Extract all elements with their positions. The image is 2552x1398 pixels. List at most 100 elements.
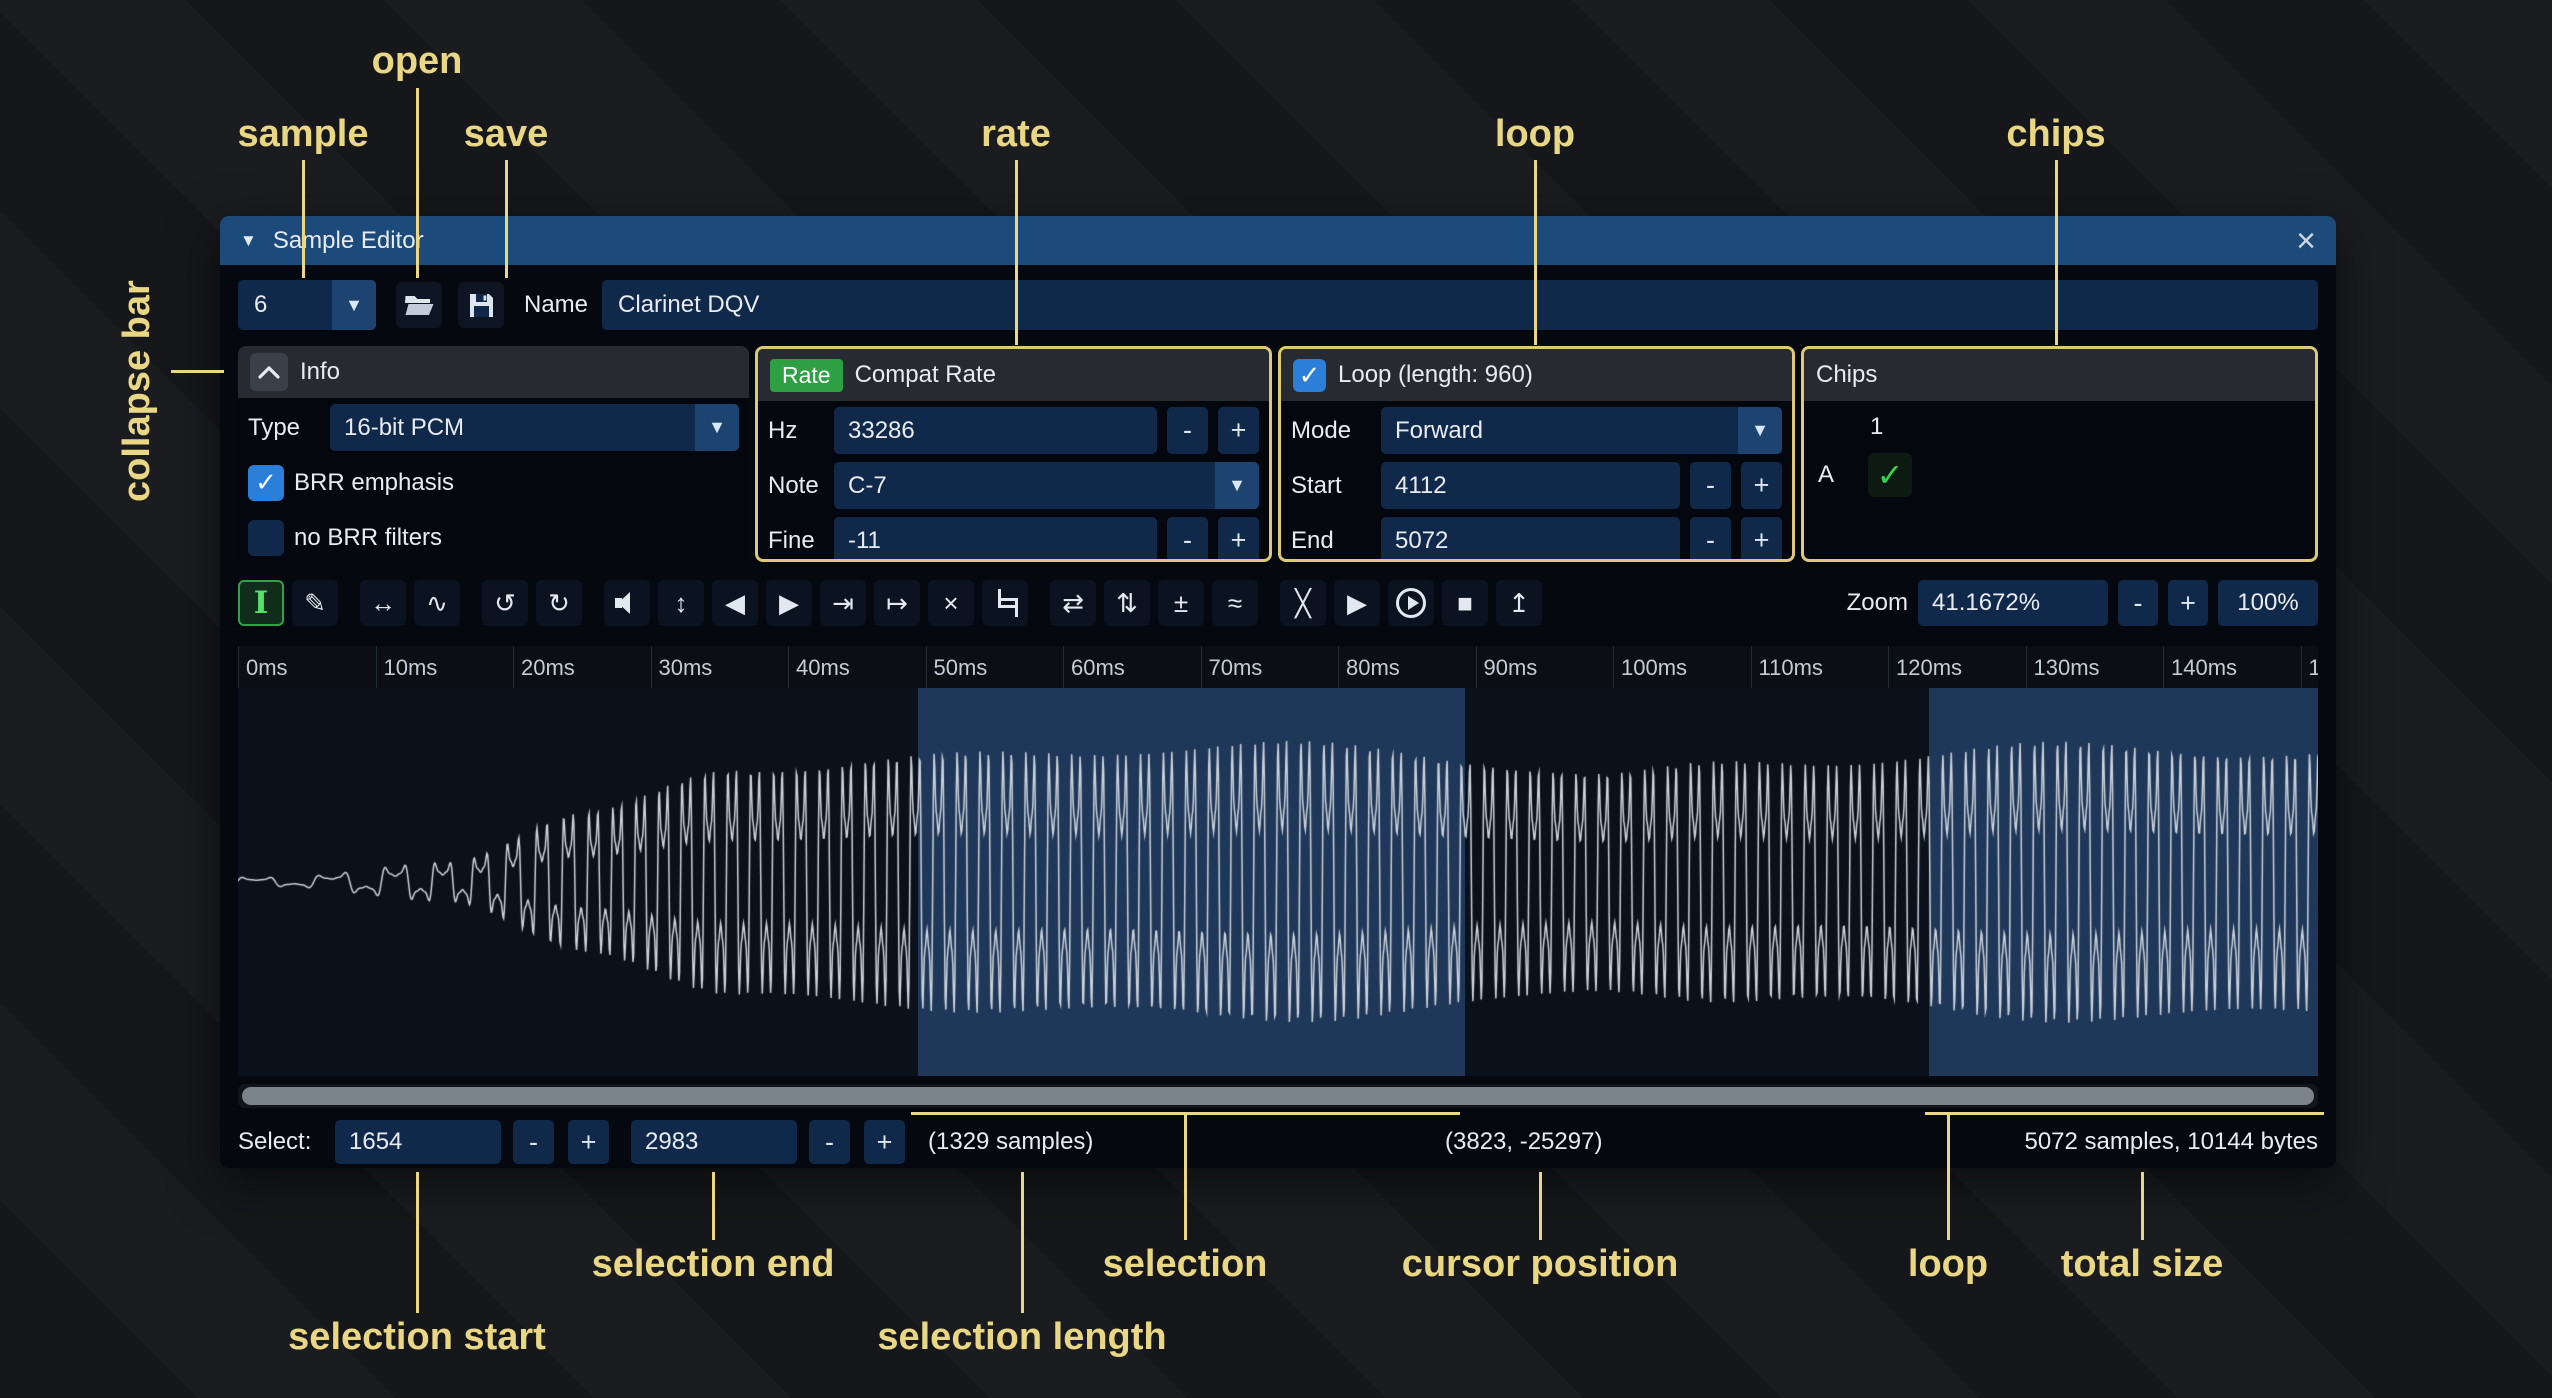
loop-mode-select[interactable]: Forward ▼ — [1381, 407, 1782, 454]
selection-start-decrease-button[interactable]: - — [513, 1120, 554, 1164]
undo-icon: ↺ — [494, 588, 516, 619]
type-label: Type — [248, 414, 320, 442]
stop-button[interactable]: ■ — [1442, 580, 1488, 626]
zoom-value: 41.1672% — [1932, 589, 2040, 617]
draw-mode-button[interactable]: ✎ — [292, 580, 338, 626]
loop-start-input[interactable]: 4112 — [1381, 462, 1680, 509]
ruler-label: 80ms — [1346, 655, 1400, 681]
amplify-button[interactable] — [604, 580, 650, 626]
loop-end-label: End — [1291, 527, 1371, 555]
collapse-bar-button[interactable] — [250, 353, 288, 391]
normalize-icon: ↕ — [675, 588, 688, 619]
brr-emphasis-checkbox[interactable]: ✓ — [248, 465, 284, 501]
delete-button[interactable]: × — [928, 580, 974, 626]
loop-header-row: ✓ Loop (length: 960) — [1281, 349, 1792, 401]
annotation-chips: chips — [2006, 113, 2105, 156]
chevron-down-icon: ▼ — [1738, 407, 1782, 454]
preview-button[interactable]: ▶ — [1334, 580, 1380, 626]
signed-unsigned-button[interactable]: ± — [1158, 580, 1204, 626]
name-input[interactable]: Clarinet DQV — [602, 280, 2318, 330]
note-select[interactable]: C-7 ▼ — [834, 462, 1259, 509]
close-icon[interactable]: × — [2296, 224, 2316, 258]
ruler-tick — [926, 646, 927, 688]
apply-silence-button[interactable]: ↦ — [874, 580, 920, 626]
resize-button[interactable]: ↔ — [360, 580, 406, 626]
invert-button[interactable]: ⇅ — [1104, 580, 1150, 626]
loop-mode-value: Forward — [1395, 417, 1483, 445]
sample-number-select[interactable]: 6 ▼ — [238, 280, 376, 330]
chips-header: Chips — [1816, 361, 1877, 389]
rate-badge: Rate — [770, 359, 843, 392]
zoom-input[interactable]: 41.1672% — [1918, 580, 2108, 626]
loop-end-increase-button[interactable]: + — [1741, 517, 1782, 562]
import-button[interactable]: ↥ — [1496, 580, 1542, 626]
undo-button[interactable]: ↺ — [482, 580, 528, 626]
filter-icon: ≈ — [1228, 588, 1242, 619]
fine-decrease-button[interactable]: - — [1167, 517, 1208, 562]
selection-end-input[interactable]: 2983 — [631, 1120, 797, 1164]
no-brr-filters-checkbox[interactable] — [248, 520, 284, 556]
fine-input[interactable]: -11 — [834, 517, 1157, 562]
window-collapse-icon[interactable]: ▼ — [240, 231, 257, 251]
loop-end-decrease-button[interactable]: - — [1690, 517, 1731, 562]
selection-end-value: 2983 — [645, 1128, 698, 1155]
scrollbar-thumb[interactable] — [242, 1087, 2314, 1105]
info-title: Info — [300, 358, 340, 386]
type-select[interactable]: 16-bit PCM ▼ — [330, 404, 739, 451]
hz-input[interactable]: 33286 — [834, 407, 1157, 454]
zoom-in-button[interactable]: + — [2168, 580, 2208, 626]
loop-enable-checkbox[interactable]: ✓ — [1293, 359, 1326, 392]
insert-silence-button[interactable]: ⇥ — [820, 580, 866, 626]
loop-header: Loop (length: 960) — [1338, 361, 1533, 389]
select-mode-button[interactable]: I — [238, 580, 284, 626]
redo-button[interactable]: ↻ — [536, 580, 582, 626]
preview-icon: ▶ — [1347, 588, 1367, 619]
chip-enable-checkbox[interactable]: ✓ — [1868, 453, 1912, 497]
fade-out-button[interactable]: ▶ — [766, 580, 812, 626]
cursor-position-text: (3823, -25297) — [1445, 1120, 1602, 1164]
ruler-tick — [376, 646, 377, 688]
resample-button[interactable]: ∿ — [414, 580, 460, 626]
hz-label: Hz — [768, 417, 824, 445]
ruler-tick — [2301, 646, 2302, 688]
ruler-label: 130ms — [2034, 655, 2100, 681]
selection-end-decrease-button[interactable]: - — [809, 1120, 850, 1164]
loop-start-decrease-button[interactable]: - — [1690, 462, 1731, 509]
save-button[interactable] — [458, 282, 504, 328]
hz-increase-button[interactable]: + — [1218, 407, 1259, 454]
annotation-line-rate — [1015, 160, 1018, 345]
zoom-reset-button[interactable]: 100% — [2218, 580, 2318, 626]
selection-start-increase-button[interactable]: + — [568, 1120, 609, 1164]
selection-start-input[interactable]: 1654 — [335, 1120, 501, 1164]
annotation-line-cursor-position — [1539, 1172, 1542, 1240]
loop-start-increase-button[interactable]: + — [1741, 462, 1782, 509]
normalize-button[interactable]: ↕ — [658, 580, 704, 626]
horizontal-scrollbar[interactable] — [238, 1084, 2318, 1108]
sample-controls-row: 6 ▼ Name Clarinet DQV — [238, 280, 2318, 330]
annotation-sample: sample — [238, 113, 369, 156]
fine-increase-button[interactable]: + — [1218, 517, 1259, 562]
trim-button[interactable] — [982, 580, 1028, 626]
page: ▼ Sample Editor × 6 ▼ Name Clarinet DQV — [0, 0, 2552, 1398]
crossfade-button[interactable]: ╳ — [1280, 580, 1326, 626]
import-icon: ↥ — [1508, 588, 1530, 619]
annotation-selection: selection — [1103, 1243, 1268, 1286]
filter-button[interactable]: ≈ — [1212, 580, 1258, 626]
save-floppy-icon — [468, 292, 495, 319]
hz-decrease-button[interactable]: - — [1167, 407, 1208, 454]
chevron-down-icon[interactable]: ▼ — [332, 280, 376, 330]
open-button[interactable] — [396, 282, 442, 328]
waveform-view[interactable] — [238, 688, 2318, 1076]
ruler-tick — [1476, 646, 1477, 688]
annotation-cursor-position: cursor position — [1402, 1243, 1679, 1286]
reverse-button[interactable]: ⇄ — [1050, 580, 1096, 626]
loop-end-input[interactable]: 5072 — [1381, 517, 1680, 562]
fine-label: Fine — [768, 527, 824, 555]
selection-end-increase-button[interactable]: + — [864, 1120, 905, 1164]
ruler-label: 50ms — [934, 655, 988, 681]
zoom-out-button[interactable]: - — [2118, 580, 2158, 626]
fade-in-button[interactable]: ◀ — [712, 580, 758, 626]
preview-loop-button[interactable] — [1388, 580, 1434, 626]
annotation-line-selection-length — [1021, 1172, 1024, 1313]
waveform-canvas — [238, 688, 2318, 1076]
